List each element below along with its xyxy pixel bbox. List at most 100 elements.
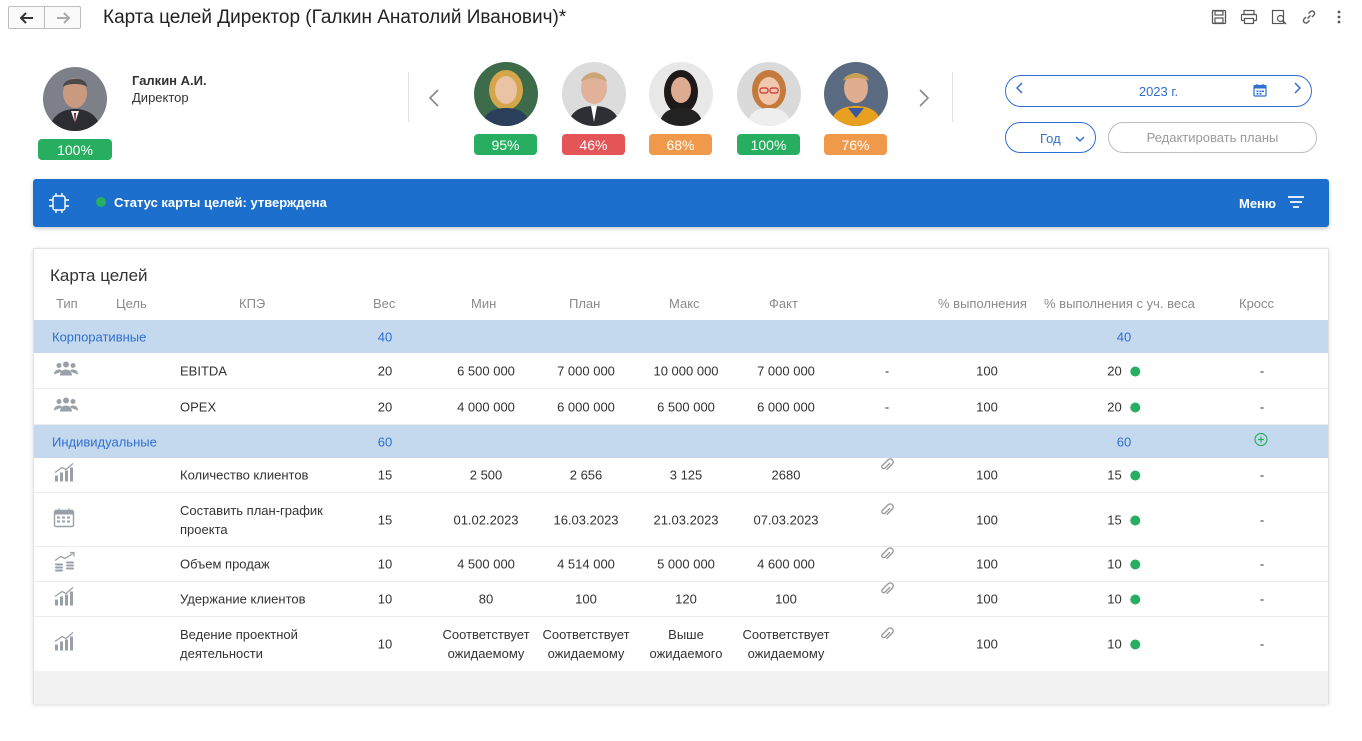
page-title: Карта целей Директор (Галкин Анатолий Ив… bbox=[103, 7, 567, 28]
bar-chart-icon bbox=[53, 587, 75, 612]
group-name: Индивидуальные bbox=[52, 434, 157, 449]
kpi-label: Удержание клиентов bbox=[180, 591, 306, 607]
max-value: 10 000 000 bbox=[653, 363, 719, 378]
col-header-fact: Факт bbox=[769, 296, 798, 311]
group-icon bbox=[53, 396, 79, 417]
edit-plans-button[interactable]: Редактировать планы bbox=[1108, 122, 1317, 153]
col-header-min: Мин bbox=[471, 296, 497, 311]
table-row[interactable]: Составить план-график проекта 15 01.02.20… bbox=[34, 493, 1328, 547]
plan-value: 16.03.2023 bbox=[553, 512, 619, 527]
status-bar: Статус карты целей: утверждена Меню bbox=[33, 179, 1329, 227]
completion-value: 100 bbox=[976, 363, 998, 378]
link-icon[interactable] bbox=[1300, 8, 1318, 26]
col-header-kpi: КПЭ bbox=[239, 296, 266, 311]
col-header-type: Тип bbox=[56, 296, 78, 311]
group-icon bbox=[53, 360, 79, 381]
table-row[interactable]: Ведение проектной деятельности 10 Соответ… bbox=[34, 617, 1328, 671]
group-weighted: 40 bbox=[1116, 329, 1132, 344]
arrow-left-icon bbox=[19, 11, 33, 24]
weight-value: 15 bbox=[377, 512, 393, 527]
attachment-value: - bbox=[884, 363, 890, 378]
save-icon[interactable] bbox=[1210, 8, 1228, 26]
user-name: Галкин А.И. bbox=[132, 73, 207, 88]
completion-value: 100 bbox=[976, 556, 998, 572]
coins-chart-icon bbox=[53, 551, 77, 577]
divider bbox=[952, 72, 953, 122]
table-row[interactable]: OPEX 20 4 000 000 6 000 000 6 500 000 6 … bbox=[34, 389, 1328, 425]
user-role: Директор bbox=[132, 90, 189, 105]
preview-icon[interactable] bbox=[1270, 8, 1288, 26]
add-goal-icon[interactable] bbox=[1254, 432, 1268, 451]
cross-value: - bbox=[1259, 512, 1265, 527]
avatar[interactable] bbox=[43, 67, 107, 131]
table-row[interactable]: Объем продаж 10 4 500 000 4 514 000 5 00… bbox=[34, 547, 1328, 582]
status-dot bbox=[1130, 366, 1141, 376]
team-percent-4: 100% bbox=[737, 134, 800, 155]
table-row[interactable]: EBITDA 20 6 500 000 7 000 000 10 000 000… bbox=[34, 353, 1328, 389]
carousel-next-icon[interactable] bbox=[918, 84, 930, 115]
completion-value: 100 bbox=[976, 512, 998, 527]
period-select[interactable]: Год bbox=[1005, 122, 1096, 153]
attachment-value: - bbox=[884, 399, 890, 414]
paperclip-icon[interactable] bbox=[880, 457, 894, 478]
weight-value: 15 bbox=[377, 467, 393, 483]
calendar-icon[interactable] bbox=[1253, 83, 1267, 102]
col-header-cross: Кросс bbox=[1239, 296, 1275, 311]
team-percent-5: 76% bbox=[824, 134, 887, 155]
table-row[interactable]: Количество клиентов 15 2 500 2 656 3 125… bbox=[34, 458, 1328, 493]
status-indicator bbox=[96, 197, 106, 207]
col-header-weight: Вес bbox=[373, 296, 396, 311]
paperclip-icon[interactable] bbox=[880, 581, 894, 602]
team-avatar-5[interactable] bbox=[824, 62, 888, 126]
weight-value: 10 bbox=[377, 636, 393, 652]
paperclip-icon[interactable] bbox=[880, 626, 894, 647]
more-icon[interactable] bbox=[1330, 8, 1348, 26]
cross-value: - bbox=[1259, 363, 1265, 378]
year-selector[interactable]: 2023 г. bbox=[1005, 75, 1312, 107]
status-dot bbox=[1130, 402, 1141, 412]
back-button[interactable] bbox=[9, 7, 45, 28]
min-value: 2 500 bbox=[469, 467, 503, 483]
group-row[interactable]: Корпоративные 40 40 bbox=[34, 320, 1328, 353]
card-footer bbox=[34, 671, 1328, 704]
team-avatar-2[interactable] bbox=[562, 62, 626, 126]
weight-value: 20 bbox=[377, 399, 393, 414]
menu-icon[interactable] bbox=[1287, 194, 1305, 215]
team-avatar-1[interactable] bbox=[474, 62, 538, 126]
min-value: Соответствует ожидаемому bbox=[442, 627, 530, 661]
paperclip-icon[interactable] bbox=[880, 502, 894, 523]
status-dot bbox=[1130, 470, 1141, 481]
weighted-value: 15 bbox=[1107, 510, 1141, 529]
chevron-down-icon bbox=[1075, 131, 1085, 149]
fact-value: 6 000 000 bbox=[757, 399, 815, 414]
print-icon[interactable] bbox=[1240, 8, 1258, 26]
weighted-value: 15 bbox=[1107, 466, 1141, 485]
year-next-icon[interactable] bbox=[1293, 81, 1302, 98]
kpi-label: Составить план-график проекта bbox=[180, 502, 323, 537]
period-value: Год bbox=[1040, 131, 1061, 146]
bar-chart-icon bbox=[53, 632, 75, 657]
team-avatar-3[interactable] bbox=[649, 62, 713, 126]
team-percent-3: 68% bbox=[649, 134, 712, 155]
carousel-prev-icon[interactable] bbox=[428, 84, 440, 115]
goals-card: Карта целей Тип Цель КПЭ Вес Мин План Ма… bbox=[33, 248, 1329, 704]
status-text: Статус карты целей: утверждена bbox=[114, 195, 327, 210]
toolbar-icons bbox=[1210, 8, 1348, 26]
paperclip-icon[interactable] bbox=[880, 546, 894, 567]
forward-button[interactable] bbox=[45, 7, 80, 28]
status-dot bbox=[1130, 559, 1141, 570]
max-value: 21.03.2023 bbox=[653, 512, 719, 527]
kpi-label: Объем продаж bbox=[180, 556, 270, 572]
team-avatar-4[interactable] bbox=[737, 62, 801, 126]
own-percent-badge: 100% bbox=[38, 139, 112, 160]
weighted-value: 20 bbox=[1107, 397, 1141, 416]
fact-value: 2680 bbox=[771, 467, 801, 483]
divider bbox=[408, 72, 409, 122]
menu-button[interactable]: Меню bbox=[1239, 196, 1276, 211]
arrow-right-icon bbox=[56, 11, 70, 24]
table-row[interactable]: Удержание клиентов 10 80 100 120 100 100… bbox=[34, 582, 1328, 617]
weight-value: 20 bbox=[377, 363, 393, 378]
group-row[interactable]: Индивидуальные 60 60 bbox=[34, 425, 1328, 458]
team-percent-2: 46% bbox=[562, 134, 625, 155]
col-header-plan: План bbox=[569, 296, 601, 311]
